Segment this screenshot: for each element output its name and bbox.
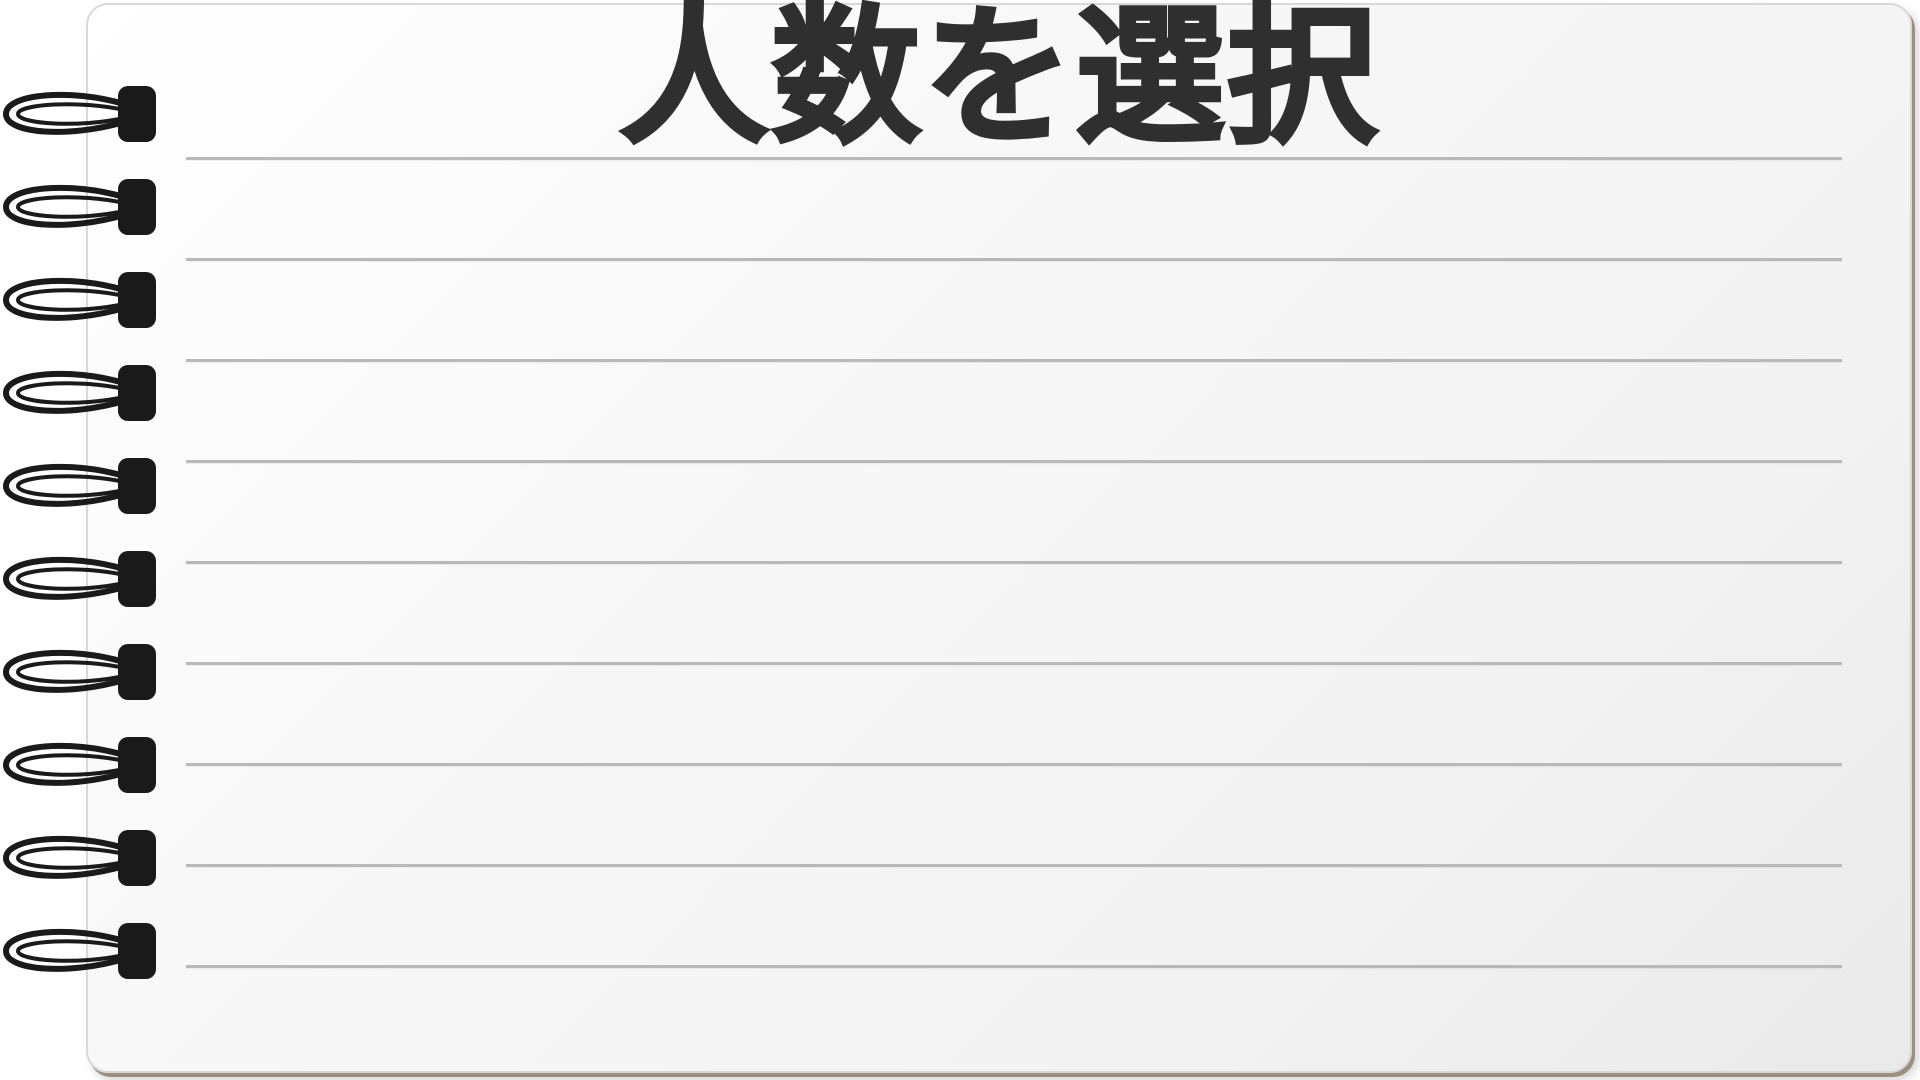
ruled-line: [186, 662, 1842, 665]
spiral-ring-icon: [0, 919, 160, 983]
ruled-line: [186, 359, 1842, 362]
ruled-line: [186, 460, 1842, 463]
ruled-line: [186, 157, 1842, 160]
spiral-ring-icon: [0, 361, 160, 425]
spiral-ring-icon: [0, 268, 160, 332]
ruled-line: [186, 258, 1842, 261]
spiral-ring-icon: [0, 826, 160, 890]
page-title: 人数を選択: [617, 0, 1379, 167]
spiral-ring-icon: [0, 82, 160, 146]
ruled-line: [186, 864, 1842, 867]
ruled-line: [186, 763, 1842, 766]
ruled-line: [186, 965, 1842, 968]
spiral-ring-icon: [0, 640, 160, 704]
spiral-ring-icon: [0, 547, 160, 611]
spiral-ring-icon: [0, 454, 160, 518]
spiral-ring-icon: [0, 733, 160, 797]
spiral-ring-icon: [0, 175, 160, 239]
ruled-line: [186, 561, 1842, 564]
